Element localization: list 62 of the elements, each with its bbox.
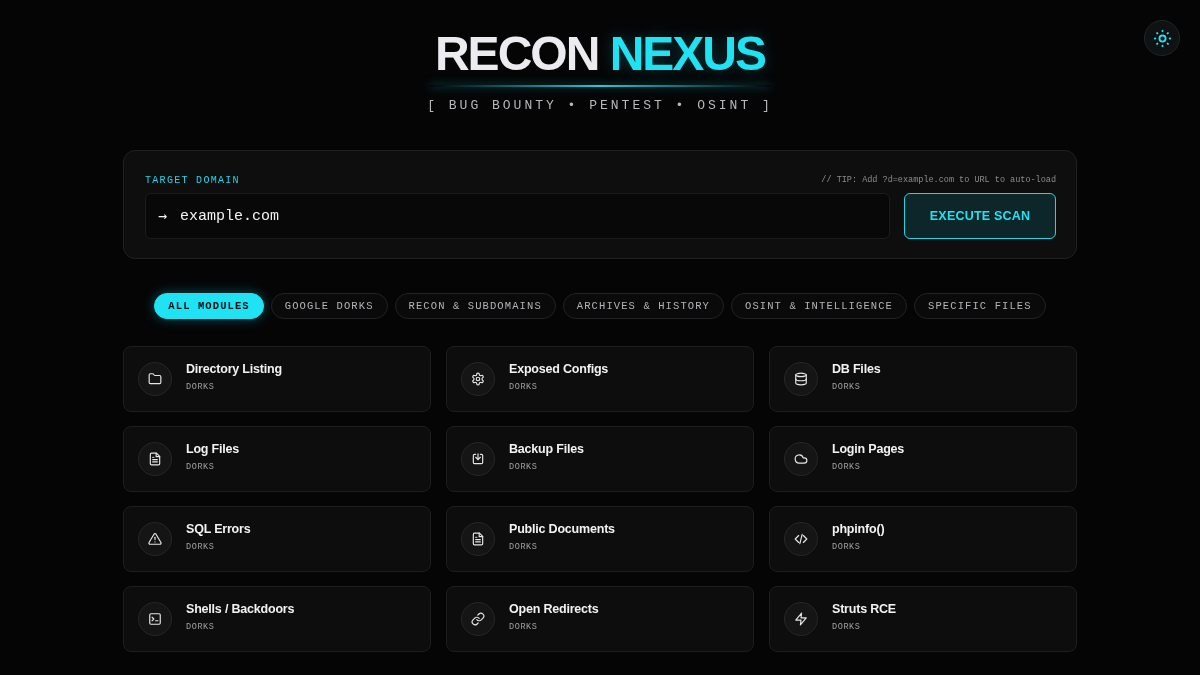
arrow-icon: → <box>158 206 168 226</box>
module-title: Directory Listing <box>186 362 282 377</box>
module-card[interactable]: Open Redirects DORKS <box>446 586 754 652</box>
sun-icon <box>1153 29 1171 47</box>
module-tag: DORKS <box>832 382 881 393</box>
app-title: RECON NEXUS <box>434 26 765 82</box>
filter-tab[interactable]: ARCHIVES & HISTORY <box>562 293 724 319</box>
module-title: Public Documents <box>509 522 615 537</box>
link-icon <box>461 602 495 636</box>
module-title: DB Files <box>832 362 881 377</box>
module-card[interactable]: phpinfo() DORKS <box>769 506 1077 572</box>
module-tag: DORKS <box>509 622 599 633</box>
folder-icon <box>138 362 172 396</box>
module-tag: DORKS <box>186 462 240 473</box>
terminal-icon <box>138 602 172 636</box>
module-card[interactable]: Public Documents DORKS <box>446 506 754 572</box>
module-title: Open Redirects <box>509 602 599 617</box>
cloud-icon <box>784 442 818 476</box>
module-card[interactable]: Struts RCE DORKS <box>769 586 1077 652</box>
module-card[interactable]: Log Files DORKS <box>123 426 431 492</box>
module-title: Login Pages <box>832 442 905 457</box>
tip-text: // TIP: Add ?d=example.com to URL to auto-load <box>821 175 1056 185</box>
code-icon <box>784 522 818 556</box>
module-card[interactable]: Exposed Configs DORKS <box>446 346 754 412</box>
module-tag: DORKS <box>832 622 896 633</box>
module-card[interactable]: Login Pages DORKS <box>769 426 1077 492</box>
module-tag: DORKS <box>186 622 295 633</box>
target-label: TARGET DOMAIN <box>145 174 240 186</box>
execute-scan-button[interactable]: EXECUTE SCAN <box>904 193 1056 239</box>
module-card[interactable]: Backup Files DORKS <box>446 426 754 492</box>
module-title: Shells / Backdoors <box>186 602 295 617</box>
filter-tab[interactable]: SPECIFIC FILES <box>914 293 1046 319</box>
module-title: SQL Errors <box>186 522 251 537</box>
module-tag: DORKS <box>832 462 905 473</box>
module-title: Log Files <box>186 442 240 457</box>
module-card[interactable]: Shells / Backdoors DORKS <box>123 586 431 652</box>
warning-icon <box>138 522 172 556</box>
filter-tab[interactable]: OSINT & INTELLIGENCE <box>731 293 908 319</box>
tagline: [ BUG BOUNTY • PENTEST • OSINT ] <box>427 98 773 114</box>
module-tag: DORKS <box>509 462 584 473</box>
module-card[interactable]: SQL Errors DORKS <box>123 506 431 572</box>
module-tag: DORKS <box>509 542 615 553</box>
module-title: phpinfo() <box>832 522 885 537</box>
module-tag: DORKS <box>186 382 282 393</box>
filter-tab[interactable]: RECON & SUBDOMAINS <box>394 293 556 319</box>
module-title: Struts RCE <box>832 602 896 617</box>
filter-tab[interactable]: GOOGLE DORKS <box>270 293 388 319</box>
module-tag: DORKS <box>509 382 609 393</box>
module-tag: DORKS <box>832 542 885 553</box>
theme-toggle-button[interactable] <box>1144 20 1180 56</box>
module-title: Exposed Configs <box>509 362 609 377</box>
module-tag: DORKS <box>186 542 251 553</box>
module-card[interactable]: Directory Listing DORKS <box>123 346 431 412</box>
module-title: Backup Files <box>509 442 584 457</box>
download-icon <box>461 442 495 476</box>
lightning-icon <box>784 602 818 636</box>
database-icon <box>784 362 818 396</box>
gear-icon <box>461 362 495 396</box>
document-icon <box>461 522 495 556</box>
filter-tab[interactable]: ALL MODULES <box>154 293 264 319</box>
module-card[interactable]: DB Files DORKS <box>769 346 1077 412</box>
document-icon <box>138 442 172 476</box>
